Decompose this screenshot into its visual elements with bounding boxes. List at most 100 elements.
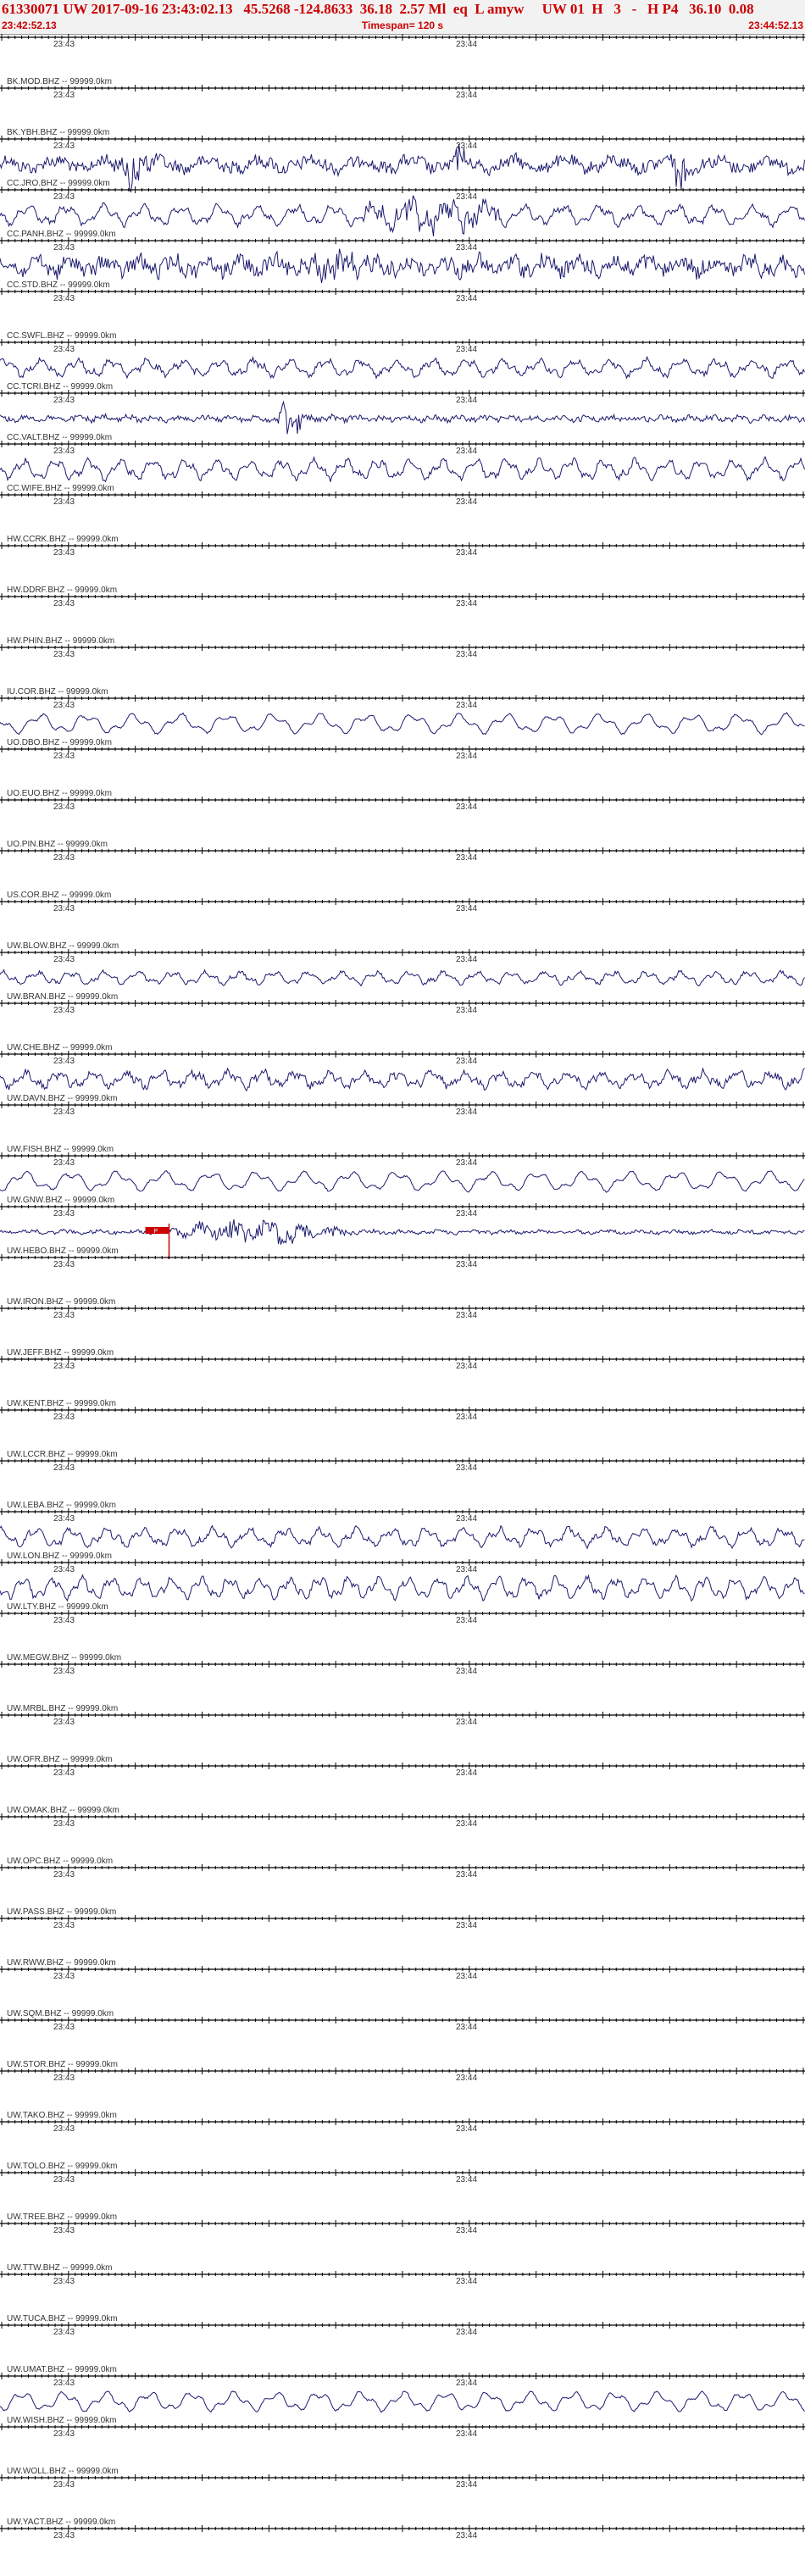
tick-label: 23:44 (456, 1718, 477, 1727)
seismic-trace (0, 195, 805, 236)
tick-label: 23:43 (53, 1972, 75, 1981)
tick-label: 23:43 (53, 1006, 75, 1015)
channel-row: 23:43 23:44UW.SQM.BHZ -- 99999.0km (0, 2009, 805, 2032)
tick-label: 23:43 (53, 1413, 75, 1422)
channel-label: BK.HUMO.BHZ -- 99999.0km (7, 34, 118, 36)
tick-label: 23:44 (456, 1514, 477, 1524)
tick-label: 23:43 (53, 1158, 75, 1168)
seismic-trace (0, 1219, 805, 1245)
tick-label: 23:44 (456, 1158, 477, 1168)
tick-label: 23:43 (53, 1514, 75, 1524)
channel-label: UW.LTY.BHZ -- 99999.0km (7, 1602, 108, 1612)
tick-label: 23:43 (53, 1311, 75, 1320)
channel-row: 23:43 23:44 CC.WIFE.BHZ -- 99999.0km (0, 484, 805, 507)
seismic-trace (0, 1067, 805, 1092)
tick-label: 23:44 (456, 1921, 477, 1930)
channel-row: 23:43 23:44 US.COR.BHZ -- 99999.0km (0, 891, 805, 913)
channel-row: 23:43 23:44 UW.OFR.BHZ -- 99999.0km (0, 1755, 805, 1778)
channel-label: UW.LON.BHZ -- 99999.0km (7, 1552, 112, 1561)
tick-label: 23:44 (456, 1006, 477, 1015)
tick-label: 23:43 (53, 1718, 75, 1727)
channel-row: 23:43 23:44 CC.STD.BHZ -- 99999.0km (0, 280, 805, 303)
channel-row: 23:43 23:44 IU.COR.BHZ -- 99999.0km (0, 687, 805, 736)
tick-label: 23:44 (456, 701, 477, 710)
tick-label: 23:43 (53, 497, 75, 507)
channel-label: UW.BLOW.BHZ -- 99999.0km (7, 941, 119, 951)
tick-label: 23:44 (456, 1413, 477, 1422)
channel-label: UW.CHE.BHZ -- 99999.0km (7, 1043, 112, 1052)
tick-label: 23:44 (456, 447, 477, 456)
channel-row: 23:43 23:44 UW.RWW.BHZ -- 99999.0km (0, 1958, 805, 1981)
channel-row: 23:43 23:44 UW.LCCR.BHZ -- 99999.0km (0, 1450, 805, 1473)
seismic-trace (0, 248, 805, 283)
tick-label: 23:44 (456, 904, 477, 913)
tick-label: 23:44 (456, 1260, 477, 1269)
channel-label: UW.GNW.BHZ -- 99999.0km (7, 1196, 114, 1205)
channel-label: UW.JEFF.BHZ -- 99999.0km (7, 1348, 114, 1357)
tick-label: 23:43 (53, 802, 75, 812)
channel-label: BK.MOD.BHZ -- 99999.0km (7, 77, 112, 86)
event-header: 61330071 UW 2017-09-16 23:43:02.13 45.52… (0, 0, 805, 35)
channel-label: CC.PANH.BHZ -- 99999.0km (7, 230, 116, 239)
tick-label: 23:43 (53, 1057, 75, 1066)
end-time: 23:44:52.13 (748, 19, 803, 31)
tick-label: 23:44 (456, 1362, 477, 1371)
tick-label: 23:44 (456, 599, 477, 608)
channel-row: 23:43 23:44 UW.MRBL.BHZ -- 99999.0km (0, 1704, 805, 1727)
channel-label: UW.RWW.BHZ -- 99999.0km (7, 1958, 116, 1968)
tick-label: 23:44 (456, 192, 477, 202)
channel-label: UW.OMAK.BHZ -- 99999.0km (7, 1806, 119, 1815)
tick-label: 23:44 (456, 1870, 477, 1879)
channel-label: CC.TCRI.BHZ -- 99999.0km (7, 382, 113, 391)
channel-label: UW.HEBO.BHZ -- 99999.0km (7, 1246, 119, 1256)
tick-label: 23:44 (456, 1972, 477, 1981)
channel-row: 23:43 23:44 CC.TCRI.BHZ -- 99999.0km (0, 382, 805, 435)
seismic-trace (0, 400, 805, 435)
tick-label: 23:43 (53, 853, 75, 863)
tick-label: 23:44 (456, 396, 477, 405)
channel-label: UW.BRAN.BHZ -- 99999.0km (7, 992, 118, 1002)
channel-label: UW.KENT.BHZ -- 99999.0km (7, 1399, 116, 1408)
tick-label: 23:44 (456, 1057, 477, 1066)
channel-label: UW.PASS.BHZ -- 99999.0km (7, 1907, 116, 1917)
seismic-trace (0, 1524, 805, 1550)
channel-row: 23:43 23:44 UW.HEBO.BHZ -- 99999.0km (0, 1246, 805, 1269)
tick-label: 23:43 (53, 650, 75, 659)
seismic-trace (0, 455, 805, 483)
channel-label: UW.LCCR.BHZ -- 99999.0km (7, 1450, 118, 1459)
channel-row: 23:43 23:44 CC.JRO.BHZ -- 99999.0km (0, 179, 805, 236)
tick-label: 23:43 (53, 548, 75, 558)
channel-row: 23:43 23:44 UW.IRON.BHZ -- 99999.0km (0, 1297, 805, 1320)
channel-row: 23:43 23:44 UW.BLOW.BHZ -- 99999.0km (0, 941, 805, 987)
tick-label: 23:44 (456, 955, 477, 964)
channel-row: 23:43 23:44 UW.OPC.BHZ -- 99999.0km (0, 1857, 805, 1879)
seismic-trace (0, 712, 805, 736)
channel-row: 23:43 23:44 UW.OMAK.BHZ -- 99999.0km (0, 1806, 805, 1829)
channel-label: HW.CCRK.BHZ -- 99999.0km (7, 535, 119, 544)
channel-label: UW.OFR.BHZ -- 99999.0km (7, 1755, 112, 1764)
channel-label: UW.OPC.BHZ -- 99999.0km (7, 1857, 113, 1866)
channel-row: 23:43 23:44 UO.PIN.BHZ -- 99999.0km (0, 840, 805, 863)
tick-label: 23:43 (53, 1463, 75, 1473)
channel-label: IU.COR.BHZ -- 99999.0km (7, 687, 108, 697)
tick-label: 23:43 (53, 1565, 75, 1574)
channel-label: UW.LEBA.BHZ -- 99999.0km (7, 1501, 116, 1510)
channel-row: 23:43 23:44 UW.FISH.BHZ -- 99999.0km (0, 1145, 805, 1193)
tick-label: 23:43 (53, 345, 75, 354)
channel-row: 23:43 23:44BK.YBH.BHZ -- 99999.0km (0, 128, 805, 193)
tick-label: 23:43 (53, 1870, 75, 1879)
channel-label: CC.WIFE.BHZ -- 99999.0km (7, 484, 114, 493)
tick-label: 23:44 (456, 1667, 477, 1676)
channel-row: 23:43 23:44 UW.BRAN.BHZ -- 99999.0km (0, 992, 805, 1015)
channel-label: UW.MEGW.BHZ -- 99999.0km (7, 1653, 121, 1663)
tick-label: 23:44 (456, 1768, 477, 1778)
channel-row: 23:43 23:44 CC.VALT.BHZ -- 99999.0km (0, 433, 805, 483)
tick-label: 23:43 (53, 192, 75, 202)
channel-row: 23:43 23:44 UW.KENT.BHZ -- 99999.0km (0, 1399, 805, 1422)
tick-label: 23:43 (53, 1108, 75, 1117)
timespan-label: Timespan= 120 s (361, 19, 444, 31)
channel-row: 23:43 23:44 UW.CHE.BHZ -- 99999.0km (0, 1043, 805, 1092)
channel-row: 23:43 23:44 HW.PHIN.BHZ -- 99999.0km (0, 636, 805, 659)
channel-row: 23:43 23:44 UW.LEBA.BHZ -- 99999.0km (0, 1501, 805, 1550)
channel-row: 23:43 23:44 UW.LON.BHZ -- 99999.0km (0, 1552, 805, 1602)
